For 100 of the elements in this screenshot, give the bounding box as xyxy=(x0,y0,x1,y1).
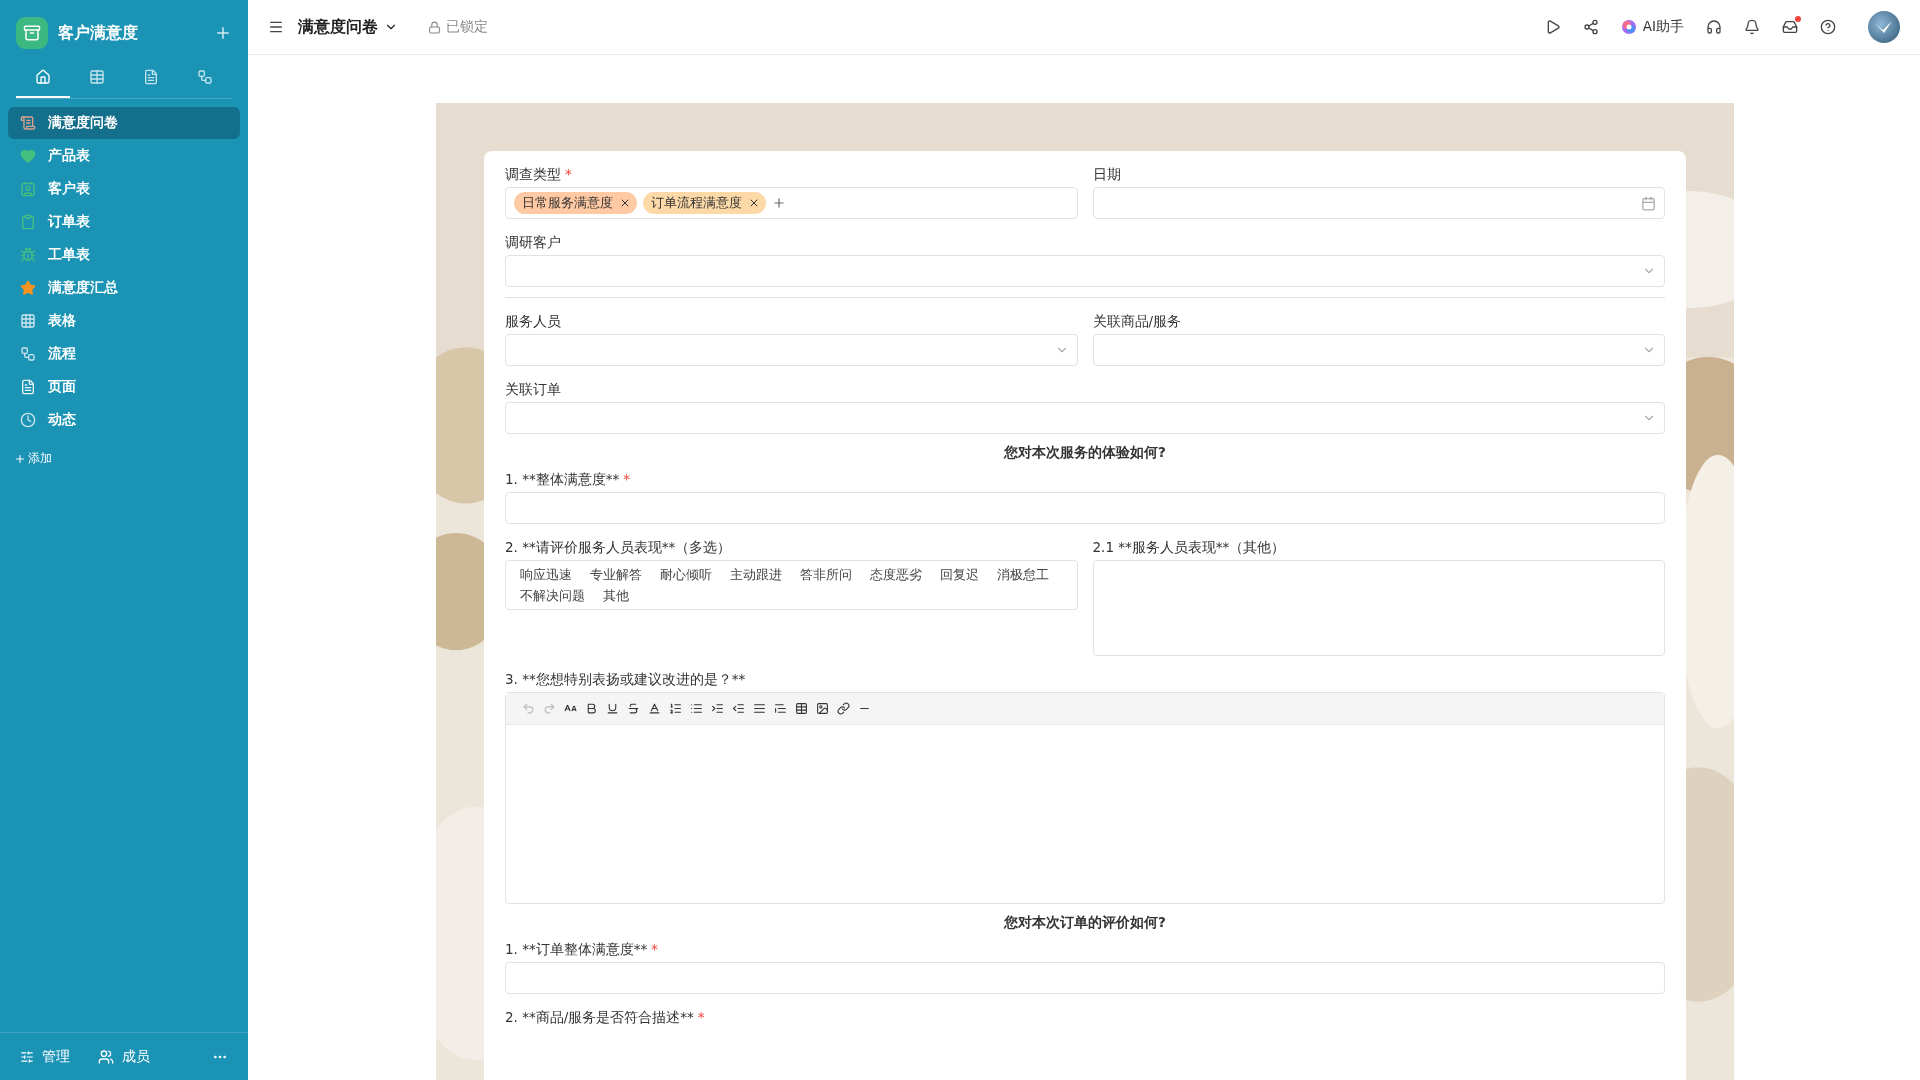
tag[interactable]: 日常服务满意度 xyxy=(514,192,637,214)
lock-icon xyxy=(428,20,441,34)
headset-icon[interactable] xyxy=(1706,19,1722,35)
field-label: 日期 xyxy=(1092,165,1121,183)
footer-button[interactable]: 管理 xyxy=(20,1047,70,1066)
underline-icon[interactable] xyxy=(606,702,619,715)
field-label: 3. **您想特别表扬或建议改进的是？** xyxy=(505,670,746,688)
option[interactable]: 消极怠工 xyxy=(991,565,1055,584)
sidebar-item[interactable]: 满意度问卷 xyxy=(8,107,240,139)
required-mark: * xyxy=(697,1008,705,1026)
section-heading: 您对本次订单的评价如何? xyxy=(1003,913,1167,932)
calendar-icon xyxy=(1641,195,1656,211)
bullet-list-icon[interactable] xyxy=(690,702,703,715)
input-field[interactable] xyxy=(505,962,1665,994)
select-field[interactable] xyxy=(505,334,1078,366)
bold-icon[interactable] xyxy=(585,702,598,715)
flow-icon xyxy=(20,346,36,362)
sidebar-item[interactable]: 工单表 xyxy=(8,239,240,271)
sidebar-item[interactable]: 页面 xyxy=(8,371,240,403)
contact-card-icon xyxy=(20,181,36,197)
sidebar-item[interactable]: 产品表 xyxy=(8,140,240,172)
field-label: 2.1 **服务人员表现**（其他） xyxy=(1092,538,1286,556)
ai-logo-icon[interactable] xyxy=(1620,19,1637,35)
required-mark: * xyxy=(565,165,572,183)
option[interactable]: 其他 xyxy=(597,586,635,605)
bug-icon xyxy=(20,247,36,263)
indent-icon[interactable] xyxy=(711,702,724,715)
field-label: 关联商品/服务 xyxy=(1092,312,1182,330)
field-label: 调查类型 xyxy=(505,165,561,183)
date-field[interactable] xyxy=(1092,187,1665,219)
star-icon xyxy=(20,280,36,296)
table-icon[interactable] xyxy=(795,702,808,715)
sidebar-item[interactable]: 客户表 xyxy=(8,173,240,205)
sidebar-item[interactable]: 动态 xyxy=(8,404,240,436)
option[interactable]: 回复迟 xyxy=(934,565,985,584)
footer-button[interactable]: 成员 xyxy=(98,1047,150,1066)
textarea-field[interactable] xyxy=(1092,560,1665,656)
outdent-icon[interactable] xyxy=(732,702,745,715)
text-color-icon[interactable] xyxy=(648,702,661,715)
option[interactable]: 专业解答 xyxy=(584,565,648,584)
strikethrough-icon[interactable] xyxy=(627,702,640,715)
avatar-icon[interactable] xyxy=(1868,11,1900,43)
add-icon[interactable] xyxy=(772,196,786,210)
sliders-icon xyxy=(20,1049,34,1064)
option[interactable]: 不解决问题 xyxy=(514,586,591,605)
quote-icon[interactable] xyxy=(774,702,787,715)
align-icon[interactable] xyxy=(753,702,766,715)
page-icon xyxy=(20,379,36,395)
inbox-icon[interactable] xyxy=(1782,19,1798,35)
page-title-dropdown[interactable]: 满意度问卷 xyxy=(298,16,406,38)
field-label: 2. **商品/服务是否符合描述** xyxy=(505,1008,694,1026)
sidebar-item[interactable]: 订单表 xyxy=(8,206,240,238)
scroll-icon xyxy=(20,115,36,131)
field-label: 关联订单 xyxy=(505,380,561,398)
app-title: 客户满意度 xyxy=(58,22,139,44)
plus-icon[interactable] xyxy=(14,452,26,465)
field-label: 调研客户 xyxy=(505,233,561,251)
input-field[interactable] xyxy=(505,492,1665,524)
field-label: 1. **订单整体满意度** xyxy=(505,940,648,958)
clock-icon xyxy=(20,412,36,428)
ai-assistant-button[interactable]: AI助手 xyxy=(1620,18,1684,36)
image-icon[interactable] xyxy=(816,702,829,715)
section-heading: 您对本次服务的体验如何? xyxy=(1003,443,1167,462)
clipboard-icon xyxy=(20,214,36,230)
document-icon xyxy=(143,69,159,85)
flow-icon xyxy=(197,69,213,85)
select-field[interactable] xyxy=(505,255,1665,287)
field-label: 服务人员 xyxy=(505,312,561,330)
table-icon xyxy=(89,69,105,85)
sidebar-item[interactable]: 流程 xyxy=(8,338,240,370)
users-icon xyxy=(98,1048,114,1065)
menu-icon[interactable] xyxy=(268,19,284,35)
add-button[interactable]: 添加 xyxy=(0,440,66,477)
field-label: 2. **请评价服务人员表现**（多选） xyxy=(505,538,732,556)
numbered-list-icon[interactable] xyxy=(669,702,682,715)
link-icon[interactable] xyxy=(837,702,850,715)
close-icon xyxy=(619,197,631,209)
required-mark: * xyxy=(651,940,658,958)
grid-icon xyxy=(20,313,36,329)
option[interactable]: 耐心倾听 xyxy=(654,565,718,584)
option[interactable]: 主动跟进 xyxy=(724,565,788,584)
sidebar-item[interactable]: 满意度汇总 xyxy=(8,272,240,304)
option[interactable]: 响应迅速 xyxy=(514,565,578,584)
heart-icon xyxy=(20,148,36,164)
close-icon xyxy=(748,197,760,209)
option[interactable]: 态度恶劣 xyxy=(864,565,928,584)
bell-icon[interactable] xyxy=(1744,19,1760,35)
sidebar-item[interactable]: 表格 xyxy=(8,305,240,337)
app-logo-icon xyxy=(16,17,48,49)
option[interactable]: 答非所问 xyxy=(794,565,858,584)
lock-status: 已锁定 xyxy=(446,18,488,36)
select-field[interactable] xyxy=(505,402,1665,434)
field-label: 1. **整体满意度** xyxy=(505,470,620,488)
help-icon[interactable] xyxy=(1820,19,1836,35)
required-mark: * xyxy=(623,470,630,488)
tag-field[interactable]: 日常服务满意度 订单流程满意度 xyxy=(505,187,1078,219)
tag[interactable]: 订单流程满意度 xyxy=(643,192,766,214)
select-field[interactable] xyxy=(1092,334,1665,366)
share-icon[interactable] xyxy=(1582,19,1599,35)
home-icon xyxy=(35,69,51,85)
